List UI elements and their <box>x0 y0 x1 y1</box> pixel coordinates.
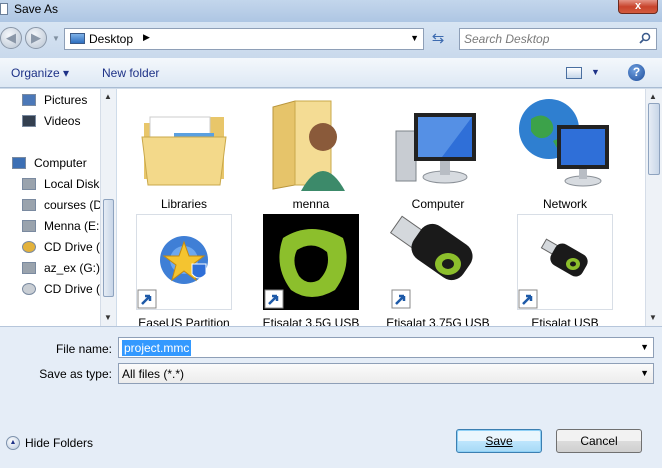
computer-icon <box>395 113 476 184</box>
search-input[interactable] <box>464 31 632 47</box>
sidebar-scroll-thumb[interactable] <box>103 199 114 297</box>
file-list: Libraries menna Computer Network EaseUS … <box>117 89 645 326</box>
command-bar: Organize ▾ New folder ▼ ? <box>0 58 662 88</box>
navigation-pane: Pictures Videos Computer Local Disk cour… <box>0 89 116 326</box>
organize-menu[interactable]: Organize ▾ <box>11 66 69 80</box>
recent-pages-dropdown[interactable]: ▼ <box>52 34 60 43</box>
file-item-libraries[interactable]: Libraries <box>136 95 232 213</box>
save-type-select[interactable]: All files (*.*) ▼ <box>118 363 654 384</box>
sidebar-item-computer[interactable]: Computer <box>12 154 112 172</box>
file-name: menna <box>292 197 330 211</box>
cd-drive-icon <box>22 283 36 295</box>
change-view-icon[interactable] <box>566 67 582 79</box>
pictures-icon <box>22 94 36 106</box>
sidebar-item-label: CD Drive ( <box>44 240 100 254</box>
title-bar: Save As x <box>0 0 662 22</box>
file-list-scrollbar[interactable]: ▲ ▼ <box>645 89 662 326</box>
drive-icon <box>22 199 36 211</box>
cancel-button[interactable]: Cancel <box>556 429 642 453</box>
window-icon <box>0 3 8 15</box>
refresh-button[interactable]: ⇆ <box>428 30 448 48</box>
save-type-value[interactable]: All files (*.*) <box>122 367 184 381</box>
views-dropdown-icon[interactable]: ▼ <box>591 67 600 77</box>
address-text[interactable]: Desktop <box>89 32 133 46</box>
save-type-label: Save as type: <box>39 367 112 381</box>
cd-drive-icon <box>22 241 36 253</box>
usb-modem-icon <box>518 238 588 309</box>
file-name-label: File name: <box>55 342 112 356</box>
drive-icon <box>22 178 36 190</box>
file-name-value[interactable]: project.mmc <box>122 340 192 356</box>
network-icon <box>519 99 609 187</box>
close-button[interactable]: x <box>618 0 658 14</box>
new-folder-button[interactable]: New folder <box>102 66 159 80</box>
computer-icon <box>12 157 26 169</box>
file-item-etisalat-3-75g-usb[interactable]: Etisalat 3.75G USB <box>386 214 490 326</box>
sidebar-item-label: Menna (E: <box>44 219 100 233</box>
file-name: Network <box>542 197 587 211</box>
file-name: Etisalat USB <box>531 316 599 326</box>
sidebar-item-label: az_ex (G:) <box>44 261 101 275</box>
sidebar-item-label: courses (D <box>44 198 103 212</box>
breadcrumb-arrow-icon[interactable]: ▶ <box>143 32 150 43</box>
scroll-down-icon[interactable]: ▼ <box>104 313 112 322</box>
save-button[interactable]: Save <box>456 429 542 453</box>
save-type-dropdown-icon[interactable]: ▼ <box>640 368 649 378</box>
hide-folders-label[interactable]: Hide Folders <box>25 436 93 450</box>
file-list-scroll-thumb[interactable] <box>648 103 660 175</box>
file-item-easeus-partition[interactable]: EaseUS Partition <box>136 214 232 326</box>
file-name: Etisalat 3.75G USB <box>386 316 490 326</box>
user-folder-icon <box>272 100 345 191</box>
sidebar-item-label: Computer <box>34 156 87 170</box>
search-box[interactable] <box>459 28 657 50</box>
search-icon[interactable] <box>639 32 651 44</box>
etisalat-logo-icon <box>263 214 359 310</box>
sidebar-item-label: Local Disk <box>44 177 100 191</box>
file-item-computer[interactable]: Computer <box>390 95 486 213</box>
save-button-label: Save <box>485 434 513 448</box>
file-name: EaseUS Partition <box>138 316 230 326</box>
navigation-bar: ◀ ▶ ▼ Desktop ▶ ▼ ⇆ <box>0 22 662 58</box>
desktop-icon <box>70 33 85 44</box>
file-name: Etisalat 3.5G USB <box>262 316 360 326</box>
scroll-down-icon[interactable]: ▼ <box>649 313 657 322</box>
file-name: Computer <box>411 197 465 211</box>
forward-button[interactable]: ▶ <box>25 27 47 49</box>
scroll-up-icon[interactable]: ▲ <box>649 92 657 101</box>
help-icon[interactable]: ? <box>628 64 645 81</box>
sidebar-item-label: Pictures <box>44 93 88 107</box>
file-item-menna[interactable]: menna <box>263 95 359 213</box>
file-name-field[interactable]: project.mmc ▼ <box>118 337 654 358</box>
sidebar-item-label: Videos <box>44 114 81 128</box>
easeus-icon <box>137 236 208 309</box>
file-item-etisalat-3-5g-usb[interactable]: Etisalat 3.5G USB <box>263 214 359 326</box>
back-button[interactable]: ◀ <box>0 27 22 49</box>
videos-icon <box>22 115 36 127</box>
scroll-up-icon[interactable]: ▲ <box>104 92 112 101</box>
libraries-folder-icon <box>141 116 227 186</box>
drive-icon <box>22 262 36 274</box>
sidebar-scrollbar[interactable]: ▲ ▼ <box>100 89 116 326</box>
address-bar[interactable]: Desktop ▶ ▼ <box>64 28 424 50</box>
file-item-network[interactable]: Network <box>517 95 613 213</box>
sidebar-item-label: CD Drive ( <box>44 282 100 296</box>
file-name-dropdown-icon[interactable]: ▼ <box>640 342 649 352</box>
file-item-etisalat-usb[interactable]: Etisalat USB <box>517 214 613 326</box>
file-name: Libraries <box>160 197 208 211</box>
chevron-up-icon[interactable]: ▲ <box>6 436 20 450</box>
address-dropdown-icon[interactable]: ▼ <box>410 33 419 43</box>
drive-icon <box>22 220 36 232</box>
window-title: Save As <box>14 2 59 16</box>
save-form: File name: project.mmc ▼ Save as type: A… <box>0 326 662 468</box>
usb-modem-icon <box>390 215 473 309</box>
